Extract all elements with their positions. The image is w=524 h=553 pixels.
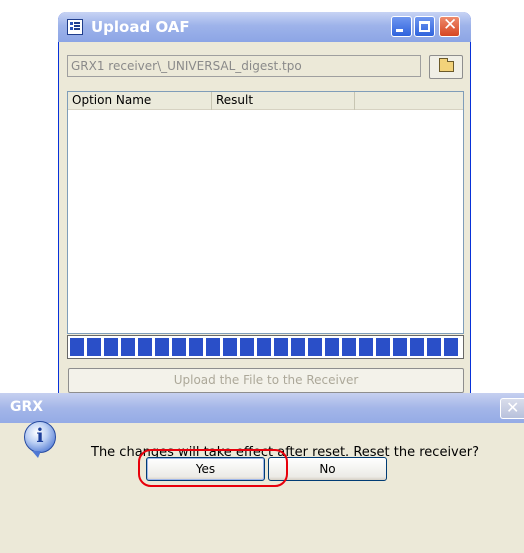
dialog-titlebar[interactable]: GRX ✕ xyxy=(0,393,524,423)
list-header: Option Name Result xyxy=(68,92,463,110)
upload-oaf-window: Upload OAF ✕ GRX1 receiver\_UNIVERSAL_di… xyxy=(58,12,471,404)
upload-progress-bar xyxy=(67,335,464,359)
information-icon: i xyxy=(24,421,56,458)
close-icon: ✕ xyxy=(443,15,458,35)
close-button[interactable]: ✕ xyxy=(439,15,460,37)
minimize-button[interactable] xyxy=(391,16,412,37)
maximize-button[interactable] xyxy=(414,16,435,37)
open-folder-icon xyxy=(439,58,454,72)
column-header-option-name[interactable]: Option Name xyxy=(68,92,212,110)
dialog-title: GRX xyxy=(10,399,44,415)
upload-to-receiver-button[interactable]: Upload the File to the Receiver xyxy=(68,368,464,393)
maximize-icon xyxy=(419,21,430,32)
window-title: Upload OAF xyxy=(91,18,190,36)
upload-window-titlebar[interactable]: Upload OAF ✕ xyxy=(58,12,471,42)
info-glyph: i xyxy=(36,425,44,447)
column-header-result[interactable]: Result xyxy=(212,92,355,110)
browse-button[interactable] xyxy=(429,55,463,79)
close-icon: ✕ xyxy=(506,398,520,417)
options-list[interactable]: Option Name Result xyxy=(67,91,464,334)
app-list-icon xyxy=(67,19,83,35)
progress-fill xyxy=(70,338,461,356)
dialog-close-button[interactable]: ✕ xyxy=(500,398,524,419)
minimize-icon xyxy=(396,29,403,32)
grx-dialog: GRX ✕ i The changes will take effect aft… xyxy=(0,393,524,553)
file-path-field[interactable]: GRX1 receiver\_UNIVERSAL_digest.tpo xyxy=(67,55,421,77)
yes-button-highlight xyxy=(138,449,288,487)
